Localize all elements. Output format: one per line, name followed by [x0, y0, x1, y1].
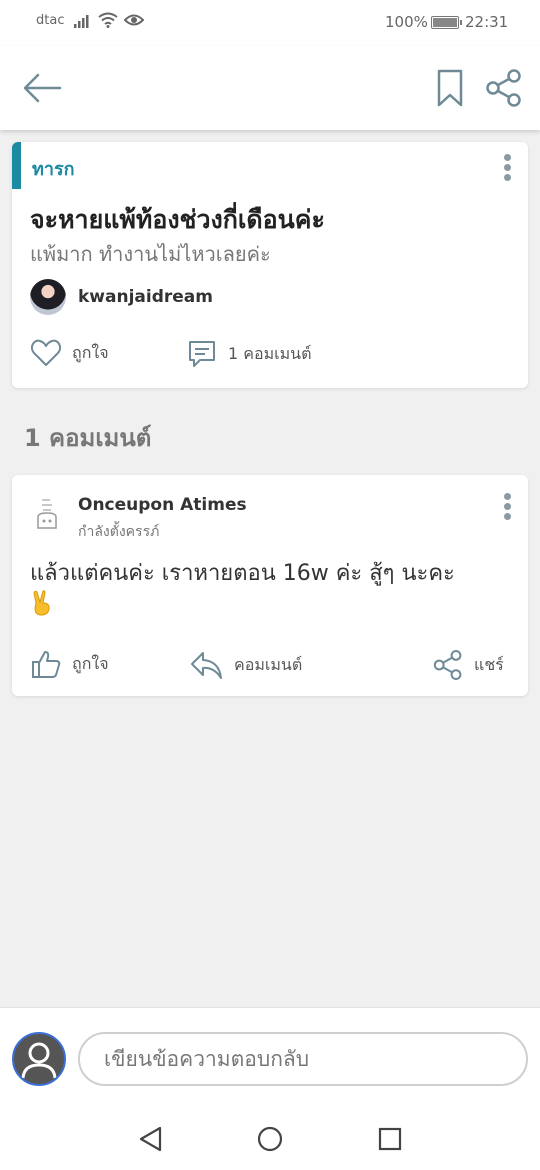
comment-card: Onceupon Atimes กำลังตั้งครรภ์ แล้วแต่คน… [12, 475, 528, 696]
heart-icon [30, 339, 62, 366]
commenter-status: กำลังตั้งครรภ์ [78, 524, 160, 540]
thumbs-up-icon [32, 651, 61, 678]
reply-input[interactable] [78, 1032, 528, 1086]
comment-text: แล้วแต่คนค่ะ เราหายตอน 16w ค่ะ สู้ๆ นะคะ [30, 559, 526, 622]
comment-count-label: 1 คอมเมนต์ [228, 343, 312, 363]
nav-home-icon[interactable] [255, 1124, 285, 1154]
share-icon [433, 650, 462, 680]
user-icon [21, 1042, 57, 1079]
tag-accent-bar [12, 142, 21, 189]
post-tag[interactable]: ทารก [32, 154, 75, 183]
signal-icon [74, 15, 89, 28]
reply-icon [191, 652, 222, 679]
comment-like-label: ถูกใจ [72, 653, 109, 673]
author-name[interactable]: kwanjaidream [78, 287, 213, 307]
eye-icon [124, 14, 144, 26]
post-subtitle: แพ้มาก ทำงานไม่ไหวเลยค่ะ [30, 242, 271, 266]
comment-reply-label: คอมเมนต์ [234, 654, 303, 674]
comment-body: แล้วแต่คนค่ะ เราหายตอน 16w ค่ะ สู้ๆ นะคะ [30, 561, 455, 586]
nav-recents-icon[interactable] [375, 1124, 405, 1154]
status-icons [74, 12, 144, 28]
comment-more-options-icon[interactable] [504, 493, 512, 521]
victory-hand-icon [33, 590, 50, 616]
user-avatar[interactable] [12, 1032, 66, 1086]
post-card: ทารก จะหายแพ้ท้องช่วงกี่เดือนค่ะ แพ้มาก … [12, 142, 528, 388]
commenter-name[interactable]: Onceupon Atimes [78, 495, 247, 515]
comment-share-label: แชร์ [474, 654, 504, 674]
system-nav-bar [0, 1107, 540, 1170]
comment-count-button[interactable]: 1 คอมเมนต์ [186, 338, 311, 370]
more-options-icon[interactable] [504, 154, 512, 182]
like-label: ถูกใจ [72, 342, 109, 362]
share-icon[interactable] [484, 68, 524, 108]
comment-share-button[interactable]: แชร์ [432, 649, 504, 681]
post-title: จะหายแพ้ท้องช่วงกี่เดือนค่ะ [30, 205, 325, 234]
app-header [0, 46, 540, 130]
commenter-avatar[interactable] [32, 497, 62, 531]
reply-bar [0, 1007, 540, 1107]
comment-reply-button[interactable]: คอมเมนต์ [190, 649, 302, 681]
comment-like-button[interactable]: ถูกใจ [30, 649, 109, 679]
comment-icon [189, 341, 215, 367]
bookmark-icon[interactable] [434, 68, 466, 108]
back-arrow-icon[interactable] [20, 70, 64, 106]
battery-percent: 100% [385, 13, 428, 31]
carrier-label: dtac [36, 13, 65, 28]
battery-icon [431, 16, 462, 29]
author-avatar[interactable] [30, 279, 66, 315]
like-button[interactable]: ถูกใจ [30, 338, 109, 368]
clock: 22:31 [465, 13, 509, 31]
nav-back-icon[interactable] [136, 1124, 166, 1154]
comments-heading: 1 คอมเมนต์ [24, 424, 152, 452]
status-bar: dtac 100% 22:31 [0, 0, 540, 46]
wifi-icon [98, 12, 118, 28]
